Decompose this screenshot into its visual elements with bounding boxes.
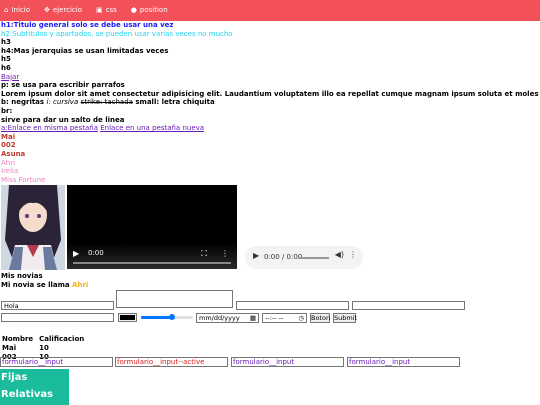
- submit-button[interactable]: Submit: [333, 313, 357, 324]
- novias-name: Ahri: [72, 280, 89, 289]
- table-header: Calificacion: [39, 335, 85, 344]
- link-bajar[interactable]: Bajar: [1, 73, 19, 81]
- main-content: h1:Titulo general solo se debe usar una …: [0, 21, 540, 361]
- heading-h3: h3: [1, 38, 11, 47]
- range-slider[interactable]: [141, 314, 193, 321]
- nav-item-inicio[interactable]: ⌂ Inicio: [4, 6, 30, 15]
- audio-player[interactable]: ▶ 0:00 / 0:00 ◀) ⋮: [245, 246, 363, 270]
- novias-sentence: Mi novia se llama Ahri: [1, 281, 539, 290]
- formatting-line: b: negritas i: cursiva strike: tachada s…: [1, 98, 539, 107]
- text-input-2[interactable]: [236, 301, 349, 311]
- table-header: Nombre: [2, 335, 34, 344]
- list-item-mai: Mai: [1, 132, 16, 141]
- italic-text: i: cursiva: [46, 98, 79, 107]
- novias-title: Mis novias: [1, 272, 43, 281]
- css3-icon: ▣: [96, 6, 103, 15]
- media-row: ▶ 0:00 ⛶ ⋮ ▶ 0:00 / 0:00 ◀) ⋮: [1, 185, 539, 271]
- bold-text: b: negritas: [1, 98, 45, 107]
- formulario-input-active[interactable]: formulario__input--active: [115, 357, 228, 367]
- list-item-asuna: Asuna: [1, 149, 26, 158]
- volume-icon[interactable]: ◀): [335, 251, 344, 260]
- list-item-miss-fortune: Miss Fortune: [1, 175, 46, 184]
- relativas-label: Relativas: [1, 389, 54, 400]
- home-icon: ⌂: [4, 6, 9, 15]
- range-thumb[interactable]: [169, 314, 176, 321]
- color-picker[interactable]: [118, 313, 137, 323]
- list-item-ahri: Ahri: [1, 158, 16, 167]
- small-text: small: letra chiquita: [135, 98, 215, 107]
- clock-icon[interactable]: ◷: [298, 314, 304, 322]
- video-time: 0:00: [88, 248, 104, 257]
- location-icon: ●: [130, 6, 137, 15]
- play-icon[interactable]: ▶: [73, 249, 79, 259]
- table-header-row: Nombre Calificacion: [2, 335, 90, 344]
- date-placeholder: mm/dd/yyyy: [199, 314, 240, 323]
- list-item-002: 002: [1, 141, 16, 150]
- play-icon[interactable]: ▶: [253, 252, 259, 261]
- formulario-input-1[interactable]: formulario__input: [0, 357, 113, 367]
- nav-label: position: [139, 6, 168, 15]
- table-cell: Mai: [2, 344, 17, 353]
- table-row: Mai 10: [2, 344, 90, 353]
- textarea-input[interactable]: [116, 290, 233, 309]
- audio-time: 0:00 / 0:00: [264, 253, 303, 262]
- color-swatch: [120, 315, 135, 321]
- text-input-4[interactable]: [1, 313, 114, 323]
- heading-h5: h5: [1, 55, 11, 64]
- more-options-icon[interactable]: ⋮: [221, 249, 229, 259]
- link-same-tab[interactable]: a:Enlace en misma pestaña: [1, 124, 98, 132]
- heading-h4: h4:Mas jerarquias se usan limitadas vece…: [1, 46, 169, 55]
- form-area: mm/dd/yyyy ▦ --:-- -- ◷ Boton Submit Nom…: [1, 289, 539, 361]
- lorem-paragraph: Lorem ipsum dolor sit amet consectetur a…: [1, 89, 539, 98]
- br-label: br:: [1, 106, 13, 115]
- time-placeholder: --:-- --: [265, 314, 284, 323]
- formulario-input-4[interactable]: formulario__input: [347, 357, 460, 367]
- range-fill: [141, 316, 173, 320]
- strike-text: strike: tachada: [80, 98, 133, 107]
- date-input[interactable]: mm/dd/yyyy ▦: [196, 313, 259, 324]
- fullscreen-icon[interactable]: ⛶: [201, 249, 207, 259]
- fijas-label: Fijas: [1, 372, 28, 383]
- formulario-input-3[interactable]: formulario__input: [231, 357, 344, 367]
- heading-h6: h6: [1, 63, 11, 72]
- calendar-icon[interactable]: ▦: [250, 314, 256, 322]
- table-cell: 10: [39, 344, 49, 353]
- anime-girl-illustration: [1, 185, 65, 271]
- nav-item-css[interactable]: ▣ css: [96, 6, 117, 15]
- nav-item-position[interactable]: ● position: [131, 6, 168, 15]
- position-box: Fijas Relativas: [0, 369, 69, 405]
- text-input-hola[interactable]: [1, 301, 114, 311]
- boton-button[interactable]: Boton: [310, 313, 330, 324]
- link-new-tab[interactable]: Enlace en una pestaña nueva: [100, 124, 204, 132]
- heading-h2: h2:Subtitulos y apartados, se pueden usa…: [1, 29, 233, 38]
- heading-h1: h1:Titulo general solo se debe usar una …: [1, 21, 174, 29]
- nav-label: css: [105, 6, 117, 15]
- video-progress-bar[interactable]: [73, 262, 231, 265]
- list-item-irelia: Irelia: [1, 167, 19, 176]
- time-input[interactable]: --:-- -- ◷: [262, 313, 307, 324]
- gamepad-icon: ✥: [43, 6, 50, 15]
- text-input-3[interactable]: [352, 301, 465, 311]
- video-player[interactable]: ▶ 0:00 ⛶ ⋮: [67, 185, 237, 270]
- br-description: sirve para dar un salto de linea: [1, 115, 125, 124]
- nav-label: Inicio: [11, 6, 30, 15]
- novias-text: Mi novia se llama: [1, 280, 70, 289]
- anime-girl-image: [1, 185, 65, 271]
- audio-progress-bar[interactable]: [298, 257, 329, 260]
- nav-item-ejercicio[interactable]: ✥ ejercicio: [44, 6, 82, 15]
- nav-label: ejercicio: [52, 6, 83, 15]
- paragraph-p: p: se usa para escribir parrafos: [1, 81, 125, 90]
- more-options-icon[interactable]: ⋮: [349, 251, 357, 260]
- formulario-row: formulario__input formulario__input--act…: [0, 357, 540, 368]
- top-navbar: ⌂ Inicio ✥ ejercicio ▣ css ● position: [0, 0, 540, 21]
